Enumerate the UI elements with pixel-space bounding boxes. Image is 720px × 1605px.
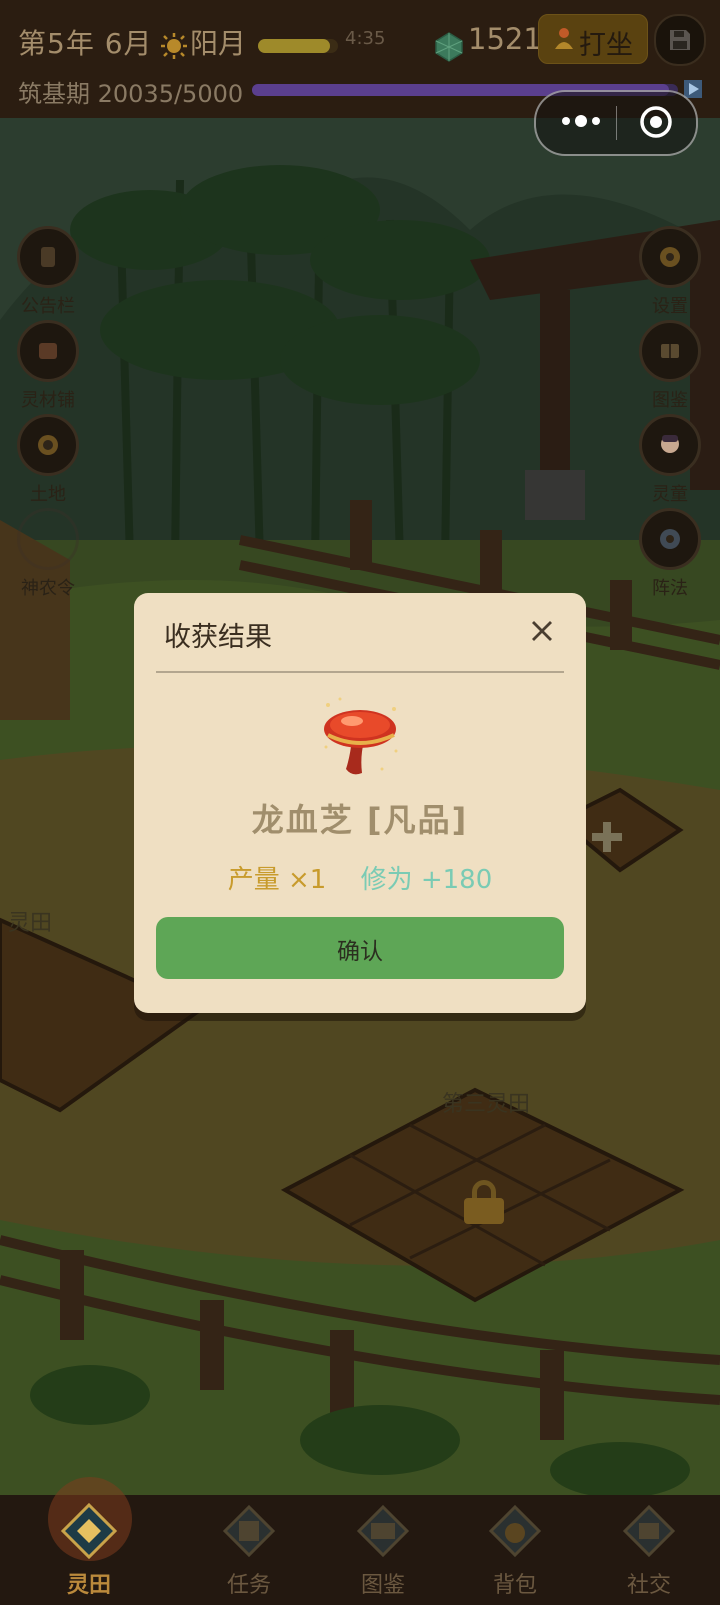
harvest-rewards: 产量 ×1 修为 +180 (134, 859, 586, 896)
nav-tab-bag[interactable]: 背包 (450, 1495, 580, 1605)
codex-icon (639, 320, 701, 382)
spirit-field-icon (61, 1503, 117, 1559)
close-icon[interactable] (530, 619, 554, 643)
meditate-label: 打坐 (579, 30, 633, 61)
day-progress-bar (258, 39, 338, 53)
side-button-codex[interactable]: 图鉴 (636, 320, 706, 411)
month-name: 阳月 (190, 27, 247, 60)
nav-tab-spirit-field[interactable]: 灵田 (24, 1477, 154, 1605)
bottom-nav: 灵田 任务 图鉴 背包 社交 (0, 1477, 720, 1605)
side-button-label: 神农令 (21, 578, 75, 599)
lock-icon (464, 1180, 504, 1224)
nav-label: 背包 (492, 1573, 537, 1598)
field-label-1: 灵田 (8, 911, 53, 936)
settings-icon (639, 226, 701, 288)
bulletin-icon (17, 226, 79, 288)
breakthrough-arrow-icon[interactable] (684, 80, 702, 98)
spirit-stone-icon (435, 32, 463, 62)
floppy-disk-icon (670, 30, 690, 50)
nav-label: 灵田 (66, 1573, 111, 1598)
dialog-divider (156, 671, 564, 673)
meditate-button[interactable]: 打坐 (538, 14, 648, 64)
social-icon (622, 1504, 676, 1558)
task-icon (222, 1504, 276, 1558)
side-button-label: 土地 (30, 484, 66, 505)
side-button-label: 公告栏 (21, 296, 75, 317)
yield-text: 产量 ×1 (227, 865, 327, 895)
side-button-settings[interactable]: 设置 (636, 226, 706, 317)
side-button-land[interactable]: 土地 (14, 414, 84, 505)
cultivation-text: 修为 +180 (360, 865, 493, 895)
formation-icon (639, 508, 701, 570)
side-button-label: 灵材铺 (21, 390, 75, 411)
harvest-result-dialog: 收获结果 龙血芝 [凡品] 产量 ×1 修为 +180 确认 (134, 593, 586, 1013)
game-date: 第5年 6月 (18, 27, 153, 60)
clock-text: 4:35 (345, 28, 386, 49)
confirm-label: 确认 (337, 939, 383, 965)
realm-progress-text: 筑基期 20035/5000 (18, 80, 244, 108)
field-label-3: 第三灵田 (442, 1092, 531, 1117)
side-button-spirit-child[interactable]: 灵童 (636, 414, 706, 505)
more-menu-icon[interactable] (556, 106, 606, 136)
nav-label: 任务 (226, 1573, 271, 1598)
nav-label: 图鉴 (360, 1573, 405, 1598)
nav-tab-codex[interactable]: 图鉴 (318, 1495, 448, 1605)
side-button-label: 图鉴 (652, 390, 688, 411)
harvest-item-name: 龙血芝 [凡品] (251, 801, 469, 839)
miniprogram-capsule (534, 90, 698, 156)
nav-tab-social[interactable]: 社交 (584, 1495, 714, 1605)
codex-icon (356, 1504, 410, 1558)
capsule-divider (616, 106, 617, 140)
side-button-label: 灵童 (652, 484, 688, 505)
spirit-stone-count: 1521 (468, 22, 542, 56)
save-button[interactable] (654, 14, 706, 66)
lingzhi-mushroom-icon (324, 697, 398, 775)
confirm-button[interactable]: 确认 (156, 917, 564, 979)
shennong-icon (17, 508, 79, 570)
dialog-title: 收获结果 (164, 622, 272, 653)
side-button-label: 设置 (652, 296, 688, 317)
sun-icon (161, 33, 187, 59)
nav-tab-task[interactable]: 任务 (184, 1495, 314, 1605)
land-icon (17, 414, 79, 476)
plus-icon[interactable] (592, 822, 622, 852)
spirit-child-icon (639, 414, 701, 476)
nav-label: 社交 (626, 1573, 671, 1598)
exit-miniprogram-icon[interactable] (638, 104, 674, 140)
side-button-formation[interactable]: 阵法 (636, 508, 706, 599)
side-button-material-shop[interactable]: 灵材铺 (14, 320, 84, 411)
side-button-bulletin[interactable]: 公告栏 (14, 226, 84, 317)
side-button-shennong[interactable]: 神农令 (14, 508, 84, 599)
material-shop-icon (17, 320, 79, 382)
bag-icon (488, 1504, 542, 1558)
meditate-icon (555, 28, 573, 49)
side-button-label: 阵法 (652, 578, 688, 599)
